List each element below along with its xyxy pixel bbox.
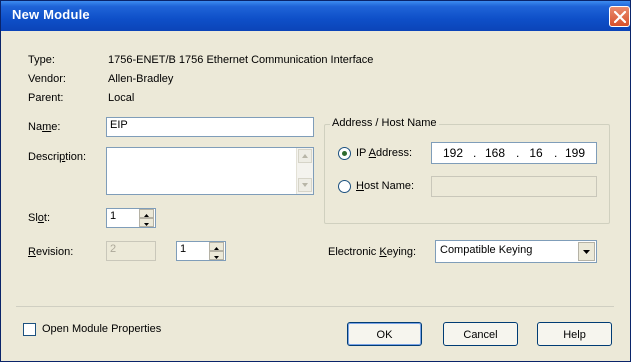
electronic-keying-label: Electronic Keying:	[328, 246, 417, 258]
parent-value: Local	[108, 92, 135, 104]
new-module-dialog: New Module Type: 1756-ENET/B 1756 Ethern…	[0, 0, 631, 362]
dropdown-button[interactable]	[578, 242, 595, 261]
ip-octet-4[interactable]: 199	[558, 146, 592, 160]
host-name-radio[interactable]	[338, 180, 351, 193]
separator	[16, 306, 614, 307]
name-value: EIP	[110, 119, 128, 131]
arrow-down-icon	[214, 256, 219, 259]
vendor-label: Vendor:	[28, 73, 66, 85]
slot-spinner[interactable]: 1	[106, 208, 156, 228]
ip-octet-1[interactable]: 192	[437, 146, 469, 160]
ip-address-field[interactable]: 192 . 168 . 16 . 199	[431, 142, 597, 164]
arrow-down-icon	[144, 223, 149, 226]
address-group-title: Address / Host Name	[330, 117, 439, 129]
host-name-label: Host Name:	[356, 180, 415, 192]
ip-dot: .	[516, 146, 520, 160]
arrow-down-icon	[302, 183, 308, 187]
window-title: New Module	[12, 7, 90, 22]
name-label: Name:	[28, 121, 61, 133]
title-bar[interactable]: New Module	[1, 1, 630, 31]
ip-dot: .	[473, 146, 477, 160]
revision-minor-spinner[interactable]: 1	[176, 241, 226, 261]
electronic-keying-select[interactable]: Compatible Keying	[435, 240, 597, 263]
revision-up-button[interactable]	[209, 242, 224, 251]
ip-octet-2[interactable]: 168	[479, 146, 511, 160]
open-module-properties-label: Open Module Properties	[42, 323, 162, 335]
host-name-field	[431, 176, 597, 197]
scroll-down-button[interactable]	[298, 178, 312, 192]
ip-octet-3[interactable]: 16	[520, 146, 552, 160]
ip-dot: .	[554, 146, 558, 160]
address-group	[324, 124, 610, 224]
ok-button[interactable]: OK	[347, 322, 422, 346]
revision-minor-value: 1	[180, 243, 187, 255]
type-value: 1756-ENET/B 1756 Ethernet Communication …	[108, 54, 374, 66]
revision-major-value: 2	[110, 243, 117, 255]
chevron-down-icon	[583, 250, 590, 254]
revision-down-button[interactable]	[209, 251, 224, 260]
ip-address-radio[interactable]	[338, 147, 351, 160]
type-label: Type:	[28, 54, 55, 66]
electronic-keying-value: Compatible Keying	[440, 244, 533, 256]
parent-label: Parent:	[28, 92, 64, 104]
slot-value: 1	[110, 210, 117, 222]
slot-down-button[interactable]	[139, 218, 154, 227]
arrow-up-icon	[302, 154, 308, 158]
help-button[interactable]: Help	[537, 322, 612, 346]
slot-label: Slot:	[28, 212, 51, 224]
revision-major-field: 2	[106, 241, 156, 261]
slot-up-button[interactable]	[139, 209, 154, 218]
description-field[interactable]	[106, 147, 314, 195]
description-scrollbar[interactable]	[296, 148, 313, 194]
scroll-up-button[interactable]	[298, 149, 312, 163]
cancel-button[interactable]: Cancel	[443, 322, 518, 346]
revision-label: Revision:	[28, 246, 74, 258]
close-button[interactable]	[609, 6, 630, 27]
close-icon	[614, 11, 626, 23]
open-module-properties-checkbox[interactable]	[23, 323, 36, 336]
vendor-value: Allen-Bradley	[108, 73, 174, 85]
name-field[interactable]: EIP	[106, 117, 314, 137]
description-label: Description:	[28, 151, 87, 163]
ip-address-label: IP Address:	[356, 147, 413, 159]
